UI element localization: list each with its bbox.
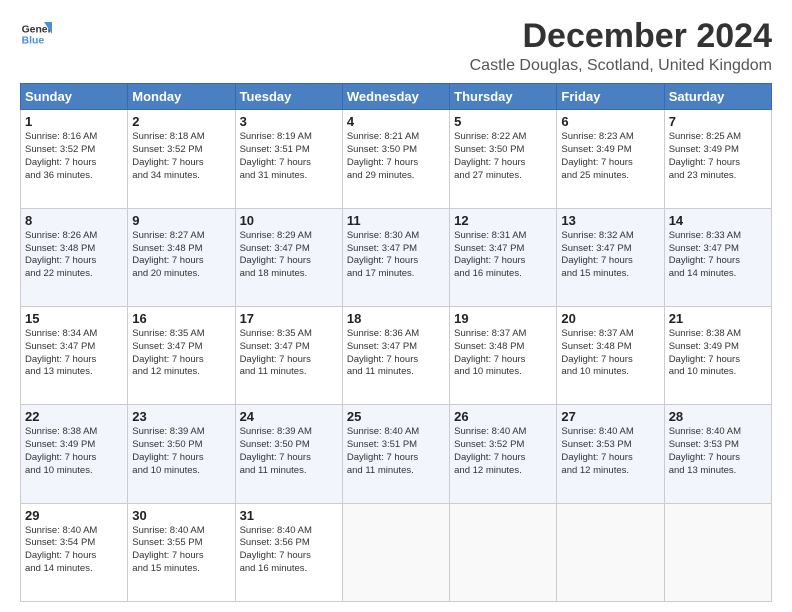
logo-icon: General Blue	[20, 18, 52, 50]
table-cell: 21 Sunrise: 8:38 AMSunset: 3:49 PMDaylig…	[664, 307, 771, 405]
table-cell: 19 Sunrise: 8:37 AMSunset: 3:48 PMDaylig…	[450, 307, 557, 405]
table-cell: 24 Sunrise: 8:39 AMSunset: 3:50 PMDaylig…	[235, 405, 342, 503]
table-row: 8 Sunrise: 8:26 AMSunset: 3:48 PMDayligh…	[21, 208, 772, 306]
header: General Blue December 2024 Castle Dougla…	[20, 18, 772, 75]
header-thursday: Thursday	[450, 84, 557, 110]
table-cell: 12 Sunrise: 8:31 AMSunset: 3:47 PMDaylig…	[450, 208, 557, 306]
table-cell: 16 Sunrise: 8:35 AMSunset: 3:47 PMDaylig…	[128, 307, 235, 405]
header-sunday: Sunday	[21, 84, 128, 110]
empty-cell	[450, 503, 557, 601]
table-cell: 15 Sunrise: 8:34 AMSunset: 3:47 PMDaylig…	[21, 307, 128, 405]
title-block: December 2024 Castle Douglas, Scotland, …	[470, 18, 772, 75]
table-cell: 9 Sunrise: 8:27 AMSunset: 3:48 PMDayligh…	[128, 208, 235, 306]
logo: General Blue	[20, 18, 52, 50]
table-cell: 22 Sunrise: 8:38 AMSunset: 3:49 PMDaylig…	[21, 405, 128, 503]
month-title: December 2024	[470, 18, 772, 55]
table-row: 22 Sunrise: 8:38 AMSunset: 3:49 PMDaylig…	[21, 405, 772, 503]
header-tuesday: Tuesday	[235, 84, 342, 110]
header-monday: Monday	[128, 84, 235, 110]
table-cell: 23 Sunrise: 8:39 AMSunset: 3:50 PMDaylig…	[128, 405, 235, 503]
table-cell: 20 Sunrise: 8:37 AMSunset: 3:48 PMDaylig…	[557, 307, 664, 405]
table-cell: 7 Sunrise: 8:25 AMSunset: 3:49 PMDayligh…	[664, 110, 771, 208]
calendar-table: Sunday Monday Tuesday Wednesday Thursday…	[20, 83, 772, 602]
table-row: 1 Sunrise: 8:16 AMSunset: 3:52 PMDayligh…	[21, 110, 772, 208]
table-cell: 8 Sunrise: 8:26 AMSunset: 3:48 PMDayligh…	[21, 208, 128, 306]
header-friday: Friday	[557, 84, 664, 110]
table-cell: 26 Sunrise: 8:40 AMSunset: 3:52 PMDaylig…	[450, 405, 557, 503]
table-cell: 25 Sunrise: 8:40 AMSunset: 3:51 PMDaylig…	[342, 405, 449, 503]
empty-cell	[664, 503, 771, 601]
table-cell: 28 Sunrise: 8:40 AMSunset: 3:53 PMDaylig…	[664, 405, 771, 503]
table-cell: 31 Sunrise: 8:40 AMSunset: 3:56 PMDaylig…	[235, 503, 342, 601]
table-cell: 5 Sunrise: 8:22 AMSunset: 3:50 PMDayligh…	[450, 110, 557, 208]
weekday-header-row: Sunday Monday Tuesday Wednesday Thursday…	[21, 84, 772, 110]
page: General Blue December 2024 Castle Dougla…	[0, 0, 792, 612]
table-cell: 13 Sunrise: 8:32 AMSunset: 3:47 PMDaylig…	[557, 208, 664, 306]
table-cell: 29 Sunrise: 8:40 AMSunset: 3:54 PMDaylig…	[21, 503, 128, 601]
table-cell: 11 Sunrise: 8:30 AMSunset: 3:47 PMDaylig…	[342, 208, 449, 306]
table-cell: 30 Sunrise: 8:40 AMSunset: 3:55 PMDaylig…	[128, 503, 235, 601]
table-cell: 14 Sunrise: 8:33 AMSunset: 3:47 PMDaylig…	[664, 208, 771, 306]
location-title: Castle Douglas, Scotland, United Kingdom	[470, 57, 772, 75]
table-cell: 10 Sunrise: 8:29 AMSunset: 3:47 PMDaylig…	[235, 208, 342, 306]
table-cell: 17 Sunrise: 8:35 AMSunset: 3:47 PMDaylig…	[235, 307, 342, 405]
table-cell: 4 Sunrise: 8:21 AMSunset: 3:50 PMDayligh…	[342, 110, 449, 208]
table-cell: 18 Sunrise: 8:36 AMSunset: 3:47 PMDaylig…	[342, 307, 449, 405]
table-cell: 2 Sunrise: 8:18 AMSunset: 3:52 PMDayligh…	[128, 110, 235, 208]
empty-cell	[557, 503, 664, 601]
header-wednesday: Wednesday	[342, 84, 449, 110]
table-row: 29 Sunrise: 8:40 AMSunset: 3:54 PMDaylig…	[21, 503, 772, 601]
svg-text:Blue: Blue	[22, 36, 45, 47]
table-cell: 1 Sunrise: 8:16 AMSunset: 3:52 PMDayligh…	[21, 110, 128, 208]
table-cell: 6 Sunrise: 8:23 AMSunset: 3:49 PMDayligh…	[557, 110, 664, 208]
header-saturday: Saturday	[664, 84, 771, 110]
table-cell: 3 Sunrise: 8:19 AMSunset: 3:51 PMDayligh…	[235, 110, 342, 208]
table-row: 15 Sunrise: 8:34 AMSunset: 3:47 PMDaylig…	[21, 307, 772, 405]
table-cell: 27 Sunrise: 8:40 AMSunset: 3:53 PMDaylig…	[557, 405, 664, 503]
empty-cell	[342, 503, 449, 601]
